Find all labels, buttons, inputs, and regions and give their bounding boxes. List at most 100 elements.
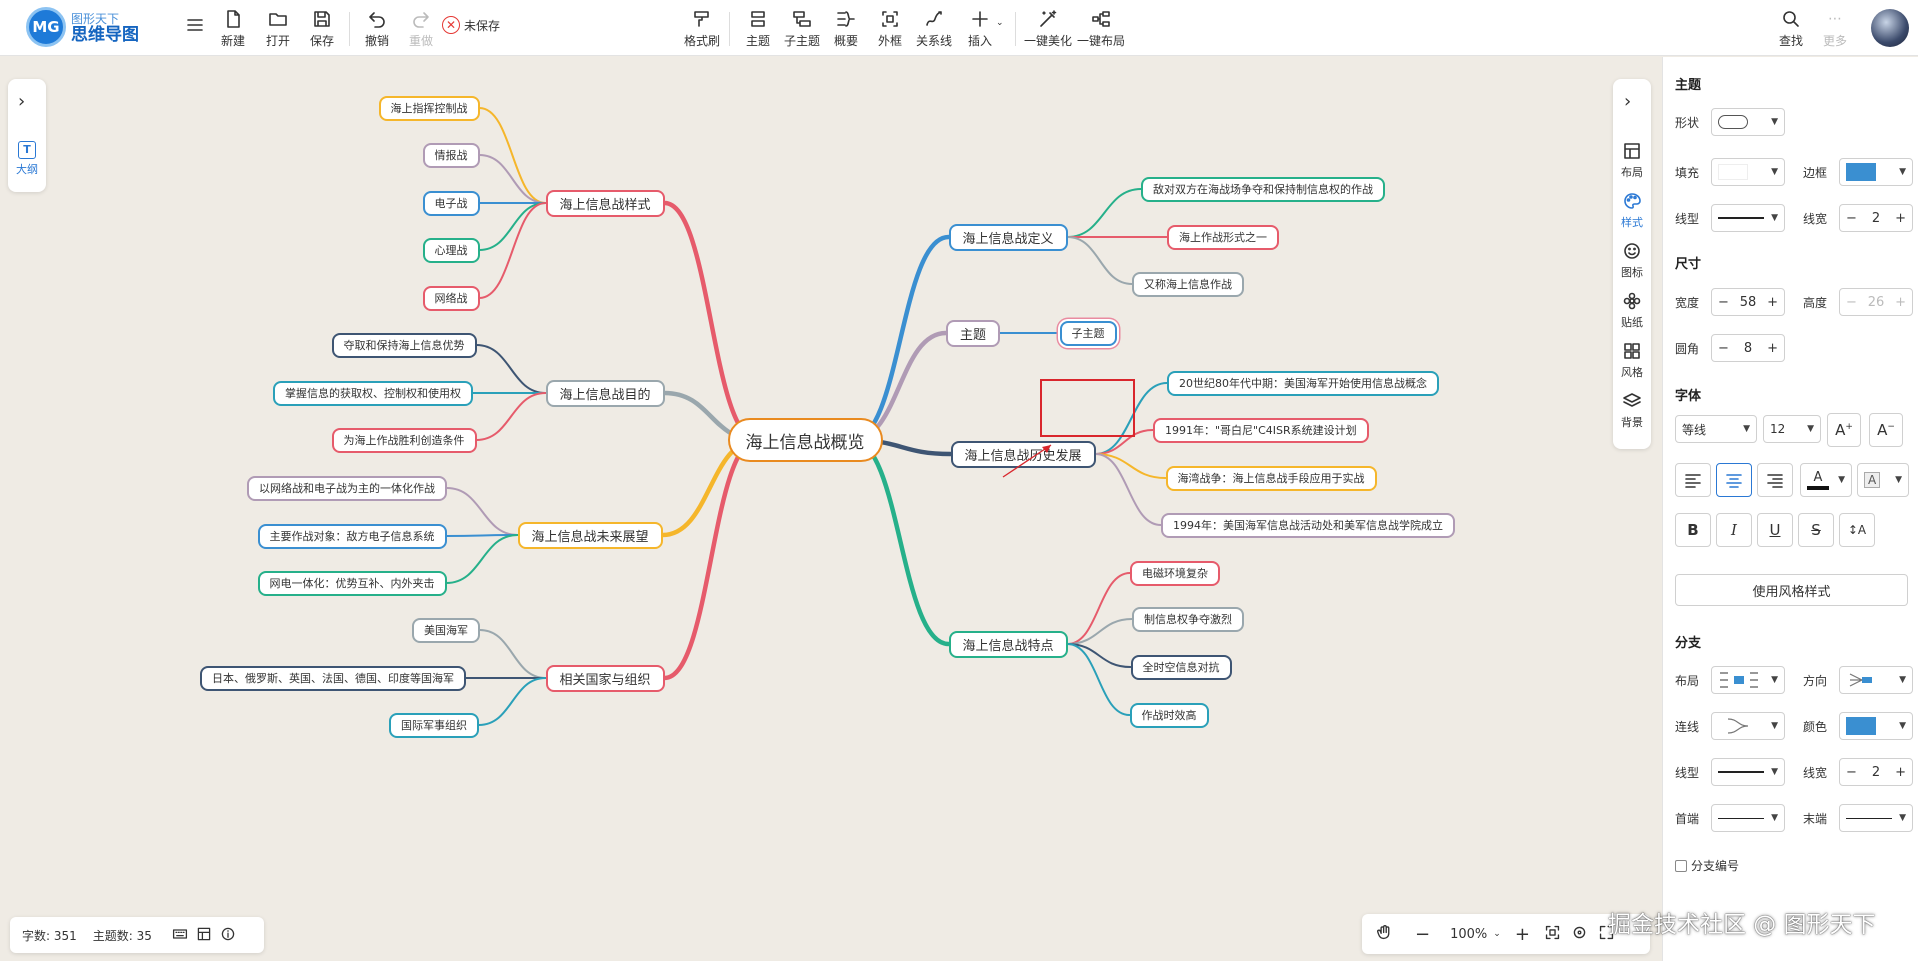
branch-line-width-stepper[interactable]: −2 + xyxy=(1839,758,1913,786)
radius-stepper[interactable]: −8 + xyxy=(1711,334,1785,362)
save-button[interactable]: 保存 xyxy=(301,8,343,50)
subtopic-node[interactable]: 为海上作战胜利创造条件 xyxy=(331,427,477,453)
numbering-checkbox[interactable] xyxy=(1675,859,1687,872)
beautify-button[interactable]: 一键美化 xyxy=(1024,8,1072,50)
avatar[interactable] xyxy=(1871,9,1909,47)
plus-icon[interactable]: + xyxy=(1895,211,1906,226)
subtopic-node[interactable]: 又称海上信息作战 xyxy=(1132,271,1244,297)
branch-topic[interactable]: 主题 xyxy=(946,319,1001,347)
subtopic-node[interactable]: 网络战 xyxy=(422,285,480,311)
subtopic-node[interactable]: 子主题 xyxy=(1059,320,1117,346)
subtopic-node[interactable]: 国际军事组织 xyxy=(389,712,479,738)
tab-style[interactable]: 样式 xyxy=(1617,191,1647,230)
menu-button[interactable] xyxy=(174,14,216,56)
direction-select[interactable]: ▼ xyxy=(1839,666,1913,694)
plus-icon[interactable]: + xyxy=(1895,765,1906,780)
subtopic-node[interactable]: 20世纪80年代中期：美国海军开始使用信息战概念 xyxy=(1167,370,1439,396)
boundary-button[interactable]: 外框 xyxy=(869,8,911,50)
fit-screen-icon[interactable] xyxy=(1544,924,1561,945)
locate-center-icon[interactable] xyxy=(1571,924,1588,945)
fill-color-select[interactable]: ▼ xyxy=(1711,158,1785,186)
subtopic-node[interactable]: 1991年："哥白尼"C4ISR系统建设计划 xyxy=(1153,417,1369,443)
tab-icon[interactable]: 图标 xyxy=(1617,241,1647,280)
end-cap-select[interactable]: ▼ xyxy=(1839,804,1913,832)
mindmap-canvas[interactable]: 海上信息战概览 海上信息战样式 海上指挥控制战情报战电子战心理战网络战海上信息战目的… xyxy=(0,57,1660,961)
start-cap-select[interactable]: ▼ xyxy=(1711,804,1785,832)
relation-line-button[interactable]: 关系线 xyxy=(913,8,955,50)
branch-topic[interactable]: 相关国家与组织 xyxy=(545,664,665,692)
width-stepper[interactable]: −58 + xyxy=(1711,288,1785,316)
new-button[interactable]: 新建 xyxy=(212,8,254,50)
summary-button[interactable]: 概要 xyxy=(825,8,867,50)
plus-icon[interactable]: + xyxy=(1767,341,1778,356)
subtopic-node[interactable]: 掌握信息的获取权、控制权和使用权 xyxy=(273,380,473,406)
minus-icon[interactable]: − xyxy=(1718,341,1729,356)
subtopic-node[interactable]: 电子战 xyxy=(422,190,480,216)
subtopic-node[interactable]: 海湾战争：海上信息战手段应用于实战 xyxy=(1165,465,1377,491)
plus-icon[interactable]: + xyxy=(1767,295,1778,310)
subtopic-button[interactable]: 子主题 xyxy=(781,8,823,50)
branch-layout-select[interactable]: ▼ xyxy=(1711,666,1785,694)
subtopic-node[interactable]: 网电一体化：优势互补、内外夹击 xyxy=(257,570,447,596)
zoom-out-button[interactable]: − xyxy=(1415,924,1430,945)
italic-button[interactable]: I xyxy=(1716,513,1752,547)
insert-button[interactable]: 插入 xyxy=(959,8,1001,50)
subtopic-node[interactable]: 情报战 xyxy=(422,142,480,168)
undo-button[interactable]: 撤销 xyxy=(356,8,398,50)
subtopic-node[interactable]: 海上作战形式之一 xyxy=(1167,224,1279,250)
branch-topic[interactable]: 海上信息战特点 xyxy=(948,630,1068,658)
bold-button[interactable]: B xyxy=(1675,513,1711,547)
subtopic-node[interactable]: 海上指挥控制战 xyxy=(378,95,480,121)
format-painter-button[interactable]: 格式刷 xyxy=(681,8,723,50)
minus-icon[interactable]: − xyxy=(1846,765,1857,780)
minus-icon[interactable]: − xyxy=(1846,211,1857,226)
branch-color-select[interactable]: ▼ xyxy=(1839,712,1913,740)
outline-button[interactable]: T 大纲 xyxy=(14,141,40,177)
height-stepper[interactable]: −26 + xyxy=(1839,288,1913,316)
branch-topic[interactable]: 海上信息战定义 xyxy=(948,223,1068,251)
subtopic-node[interactable]: 1994年：美国海军信息战活动处和美军信息战学院成立 xyxy=(1161,512,1455,538)
hand-pan-icon[interactable] xyxy=(1376,924,1393,945)
app-logo[interactable]: MG 图形天下 思维导图 xyxy=(26,7,139,47)
font-size-select[interactable]: 12 ▼ xyxy=(1763,415,1821,443)
tab-theme[interactable]: 风格 xyxy=(1617,341,1647,380)
minus-icon[interactable]: − xyxy=(1846,295,1857,310)
subtopic-node[interactable]: 作战时效高 xyxy=(1129,702,1209,728)
keyboard-icon[interactable] xyxy=(172,926,188,945)
root-topic[interactable]: 海上信息战概览 xyxy=(727,418,883,462)
chevron-down-icon[interactable]: ⌄ xyxy=(1493,929,1501,939)
border-color-select[interactable]: ▼ xyxy=(1839,158,1913,186)
subtopic-node[interactable]: 全时空信息对抗 xyxy=(1130,654,1232,680)
tab-sticker[interactable]: 贴纸 xyxy=(1617,291,1647,330)
highlight-color-select[interactable]: A ▼ xyxy=(1857,463,1909,497)
minus-icon[interactable]: − xyxy=(1718,295,1729,310)
subtopic-node[interactable]: 心理战 xyxy=(422,237,480,263)
plus-icon[interactable]: + xyxy=(1895,295,1906,310)
font-color-select[interactable]: A ▼ xyxy=(1800,463,1852,497)
auto-layout-button[interactable]: 一键布局 xyxy=(1077,8,1125,50)
topic-button[interactable]: 主题 xyxy=(737,8,779,50)
info-icon[interactable] xyxy=(220,926,236,945)
subtopic-node[interactable]: 主要作战对象：敌方电子信息系统 xyxy=(257,523,447,549)
subtopic-node[interactable]: 制信息权争夺激烈 xyxy=(1132,606,1244,632)
increase-font-button[interactable]: A+ xyxy=(1827,413,1861,447)
branch-topic[interactable]: 海上信息战目的 xyxy=(545,379,665,407)
shape-select[interactable]: ▼ xyxy=(1711,108,1785,136)
strikethrough-button[interactable]: S xyxy=(1798,513,1834,547)
tab-background[interactable]: 背景 xyxy=(1617,391,1647,430)
open-button[interactable]: 打开 xyxy=(257,8,299,50)
font-family-select[interactable]: 等线 ▼ xyxy=(1675,415,1757,443)
line-width-stepper[interactable]: −2 + xyxy=(1839,204,1913,232)
decrease-font-button[interactable]: A− xyxy=(1869,413,1903,447)
search-button[interactable]: 查找 xyxy=(1770,8,1812,50)
branch-topic[interactable]: 海上信息战样式 xyxy=(545,189,665,217)
align-right-button[interactable] xyxy=(1757,463,1793,497)
tab-layout[interactable]: 布局 xyxy=(1617,141,1647,180)
subtopic-node[interactable]: 美国海军 xyxy=(412,617,480,643)
subtopic-node[interactable]: 以网络战和电子战为主的一体化作战 xyxy=(247,475,447,501)
chevron-down-icon[interactable]: ⌄ xyxy=(996,18,1004,28)
text-direction-button[interactable]: ↕A xyxy=(1839,513,1875,547)
align-center-button[interactable] xyxy=(1716,463,1752,497)
redo-button[interactable]: 重做 xyxy=(400,8,442,50)
connector-select[interactable]: ▼ xyxy=(1711,712,1785,740)
